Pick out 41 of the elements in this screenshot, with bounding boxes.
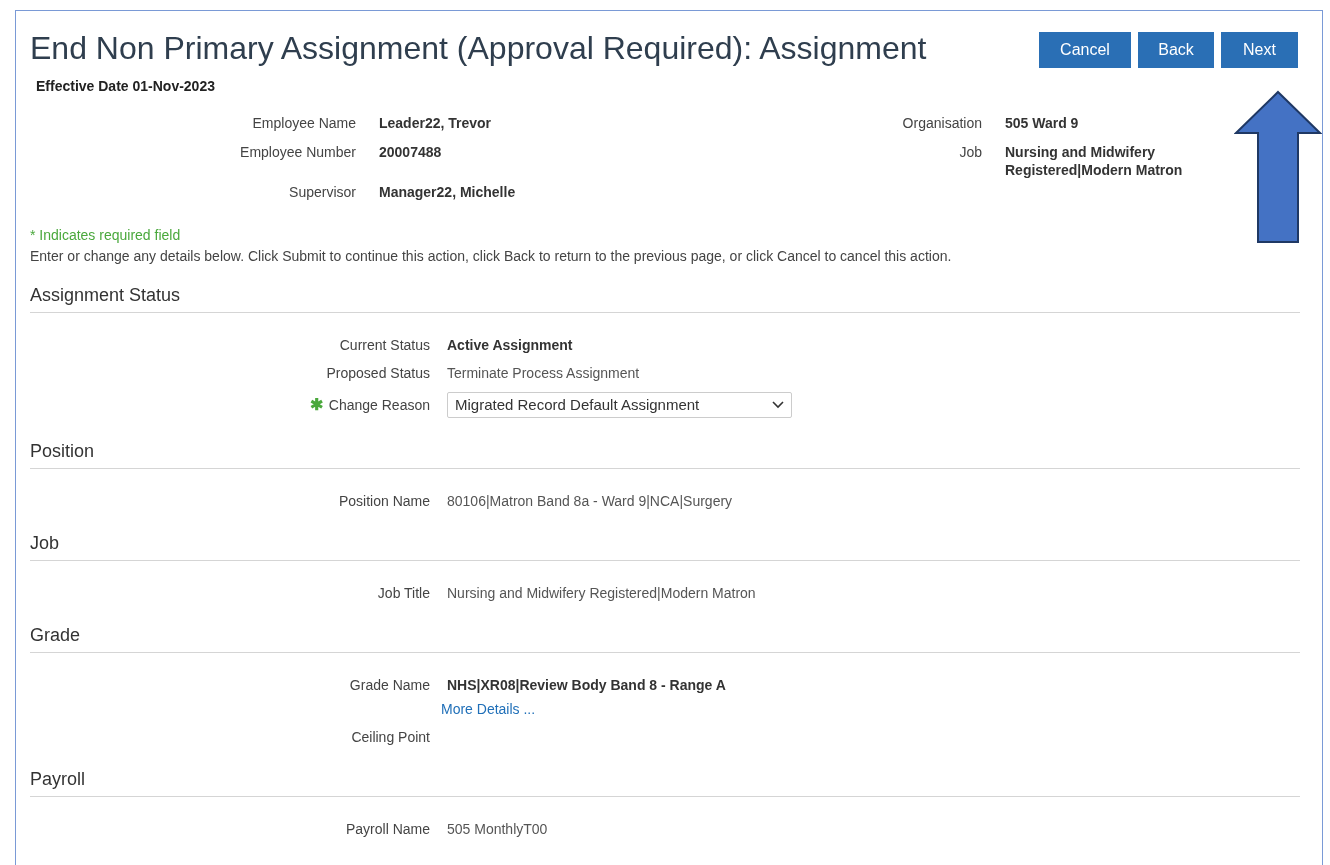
change-reason-dropdown[interactable]: Migrated Record Default Assignment	[447, 392, 792, 418]
instructions-text: Enter or change any details below. Click Submit to continue this action, click Back to return to the previous page, or click Cancel to cancel this action.	[30, 247, 952, 266]
field-value: 20007488	[379, 144, 442, 160]
section-heading: Payroll	[30, 768, 86, 791]
field-value: 80106|Matron Band 8a - Ward 9|NCA|Surgery	[447, 492, 733, 510]
field-label: Job Title	[377, 584, 430, 602]
action-button[interactable]: Cancel	[1039, 32, 1131, 68]
field-value: Terminate Process Assignment	[447, 364, 640, 382]
field-label: Payroll Name	[345, 820, 430, 838]
field-label: Employee Name	[252, 115, 356, 131]
field-label: Position Name	[338, 492, 430, 510]
field-label: Organisation	[902, 115, 982, 131]
section-heading: Position	[30, 440, 95, 463]
page-title: End Non Primary Assignment (Approval Required): Assignment	[30, 29, 927, 68]
field-value: 505 Ward 9	[1005, 115, 1079, 131]
field-value: Nursing and Midwifery Registered|Modern Matron	[447, 584, 756, 602]
required-note: * Indicates required field	[30, 226, 181, 245]
required-icon: ✱	[309, 396, 323, 414]
field-label: Supervisor	[289, 184, 356, 200]
field-value: Leader22, Trevor	[379, 115, 492, 131]
field-label: Job	[959, 144, 982, 160]
field-label: Current Status	[339, 336, 430, 354]
chevron-down-icon	[772, 401, 784, 409]
field-label: Change Reason	[328, 396, 430, 414]
field-label: Employee Number	[240, 144, 356, 160]
field-label: Grade Name	[349, 676, 430, 694]
field-value: 505 MonthlyT00	[447, 820, 548, 838]
effective-date: Effective Date 01-Nov-2023	[36, 77, 215, 96]
field-label: Proposed Status	[326, 364, 430, 382]
action-button[interactable]: Next	[1221, 32, 1298, 68]
field-value: Manager22, Michelle	[379, 184, 516, 200]
field-value: Nursing and Midwifery Registered|Modern Matron	[1005, 144, 1183, 178]
more-details-link[interactable]: More Details ...	[441, 700, 536, 718]
field-value: NHS|XR08|Review Body Band 8 - Range A	[447, 676, 726, 694]
field-label: Ceiling Point	[351, 728, 430, 746]
section-heading: Job	[30, 532, 60, 555]
section-heading: Grade	[30, 624, 81, 647]
field-value: Active Assignment	[447, 336, 573, 354]
action-button[interactable]: Back	[1138, 32, 1214, 68]
up-arrow-icon	[1234, 90, 1322, 243]
section-heading: Assignment Status	[30, 284, 181, 307]
